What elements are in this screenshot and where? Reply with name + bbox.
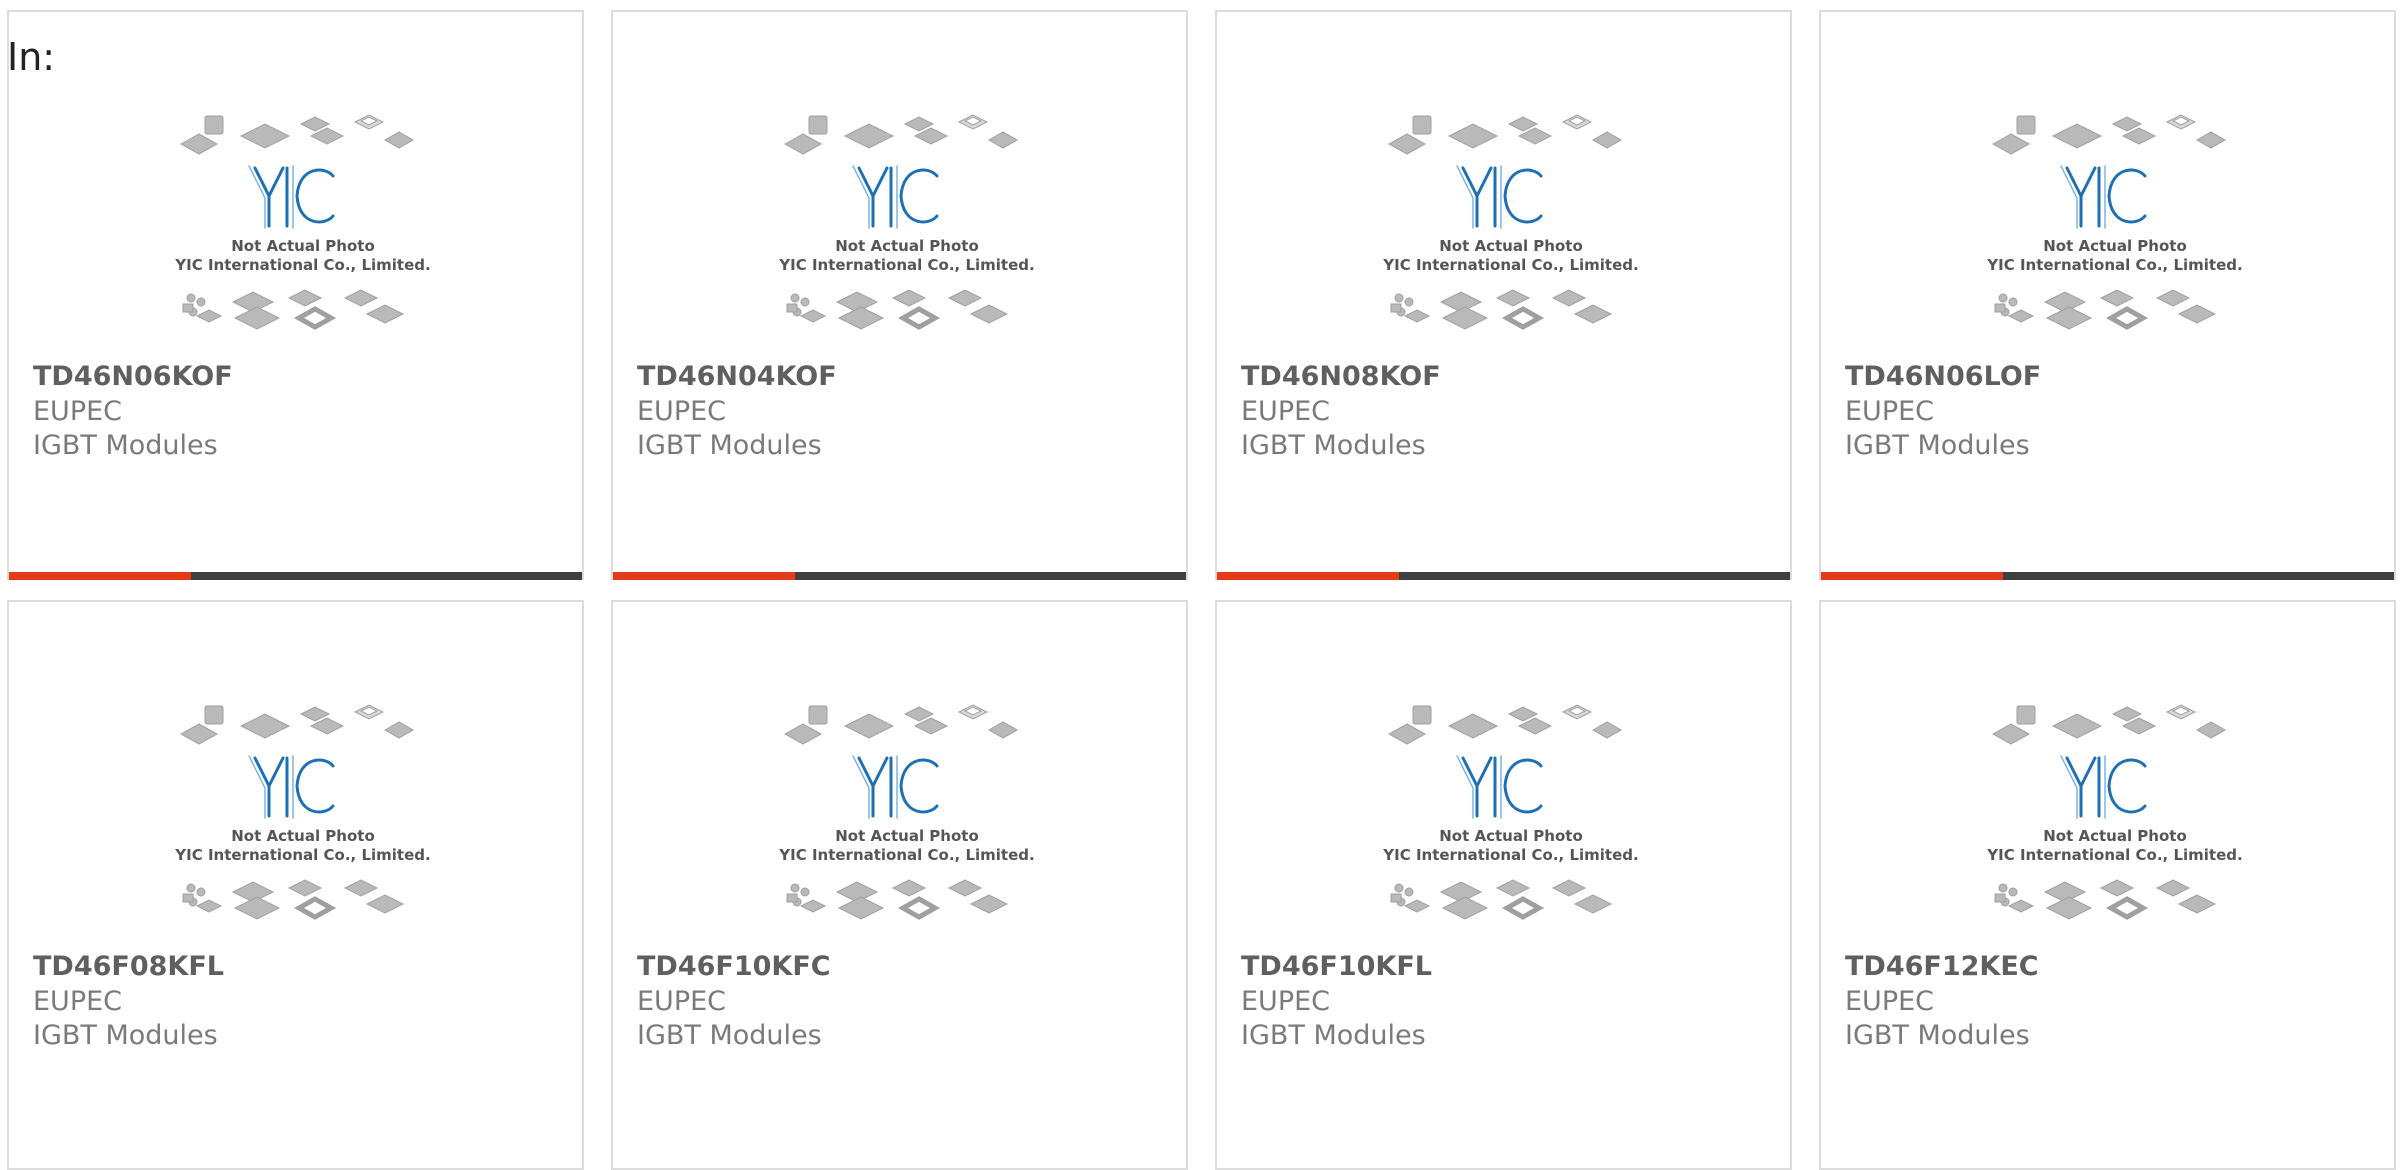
product-thumbnail: Not Actual Photo YIC International Co., …: [174, 704, 431, 920]
product-card[interactable]: Not Actual Photo YIC International Co., …: [611, 10, 1188, 580]
category: IGBT Modules: [33, 430, 218, 461]
category: IGBT Modules: [637, 430, 822, 461]
not-actual-photo-text: Not Actual Photo: [231, 237, 375, 255]
product-thumbnail: Not Actual Photo YIC International Co., …: [778, 114, 1035, 330]
chip-icons-bottom: [182, 289, 405, 330]
chip-icons-top: [179, 704, 415, 745]
yic-logo-icon: [2060, 165, 2147, 229]
company-name-text: YIC International Co., Limited.: [1986, 256, 2242, 274]
card-bottom-bar: [1217, 572, 1790, 580]
chip-icons-top: [1991, 704, 2227, 745]
card-bottom-bar: [1821, 572, 2394, 580]
card-accent-bar: [1217, 572, 1399, 580]
category: IGBT Modules: [1241, 1020, 1426, 1051]
company-name-text: YIC International Co., Limited.: [1382, 256, 1638, 274]
product-card[interactable]: Not Actual Photo YIC International Co., …: [7, 600, 584, 1170]
product-thumbnail: Not Actual Photo YIC International Co., …: [1986, 114, 2243, 330]
part-number[interactable]: TD46N06KOF: [33, 361, 233, 393]
category: IGBT Modules: [637, 1020, 822, 1051]
not-actual-photo-text: Not Actual Photo: [835, 237, 979, 255]
yic-logo-icon: [248, 755, 335, 819]
product-thumbnail: Not Actual Photo YIC International Co., …: [778, 704, 1035, 920]
category: IGBT Modules: [1241, 430, 1426, 461]
manufacturer: EUPEC: [33, 986, 123, 1017]
part-number[interactable]: TD46F10KFL: [1241, 951, 1432, 983]
yic-logo-icon: [2060, 755, 2147, 819]
chip-icons-top: [179, 114, 415, 155]
yic-logo-icon: [1456, 755, 1543, 819]
company-name-text: YIC International Co., Limited.: [174, 846, 430, 864]
manufacturer: EUPEC: [637, 986, 727, 1017]
company-name-text: YIC International Co., Limited.: [778, 846, 1034, 864]
not-actual-photo-text: Not Actual Photo: [2043, 237, 2187, 255]
card-accent-bar: [1821, 572, 2003, 580]
not-actual-photo-text: Not Actual Photo: [835, 827, 979, 845]
company-name-text: YIC International Co., Limited.: [1986, 846, 2242, 864]
part-number[interactable]: TD46F10KFC: [637, 951, 831, 983]
product-thumbnail: Not Actual Photo YIC International Co., …: [1382, 704, 1639, 920]
yic-logo-icon: [248, 165, 335, 229]
manufacturer: EUPEC: [1241, 396, 1331, 427]
product-card[interactable]: Not Actual Photo YIC International Co., …: [1215, 10, 1792, 580]
in-label: In:: [7, 35, 56, 79]
not-actual-photo-text: Not Actual Photo: [1439, 237, 1583, 255]
category: IGBT Modules: [33, 1020, 218, 1051]
part-number[interactable]: TD46F12KEC: [1845, 951, 2039, 983]
card-bottom-bar: [9, 572, 582, 580]
product-card[interactable]: Not Actual Photo YIC International Co., …: [611, 600, 1188, 1170]
yic-logo-icon: [852, 755, 939, 819]
product-card[interactable]: Not Actual Photo YIC International Co., …: [1215, 600, 1792, 1170]
yic-logo-icon: [1456, 165, 1543, 229]
not-actual-photo-text: Not Actual Photo: [2043, 827, 2187, 845]
chip-icons-bottom: [786, 289, 1009, 330]
part-number[interactable]: TD46N04KOF: [637, 361, 837, 393]
part-number[interactable]: TD46N06LOF: [1845, 361, 2041, 393]
chip-icons-top: [1387, 114, 1623, 155]
manufacturer: EUPEC: [1845, 396, 1935, 427]
chip-icons-top: [783, 114, 1019, 155]
product-thumbnail: Not Actual Photo YIC International Co., …: [1382, 114, 1639, 330]
product-card[interactable]: Not Actual Photo YIC International Co., …: [1819, 600, 2396, 1170]
chip-icons-top: [783, 704, 1019, 745]
company-name-text: YIC International Co., Limited.: [778, 256, 1034, 274]
category: IGBT Modules: [1845, 1020, 2030, 1051]
product-card[interactable]: Not Actual Photo YIC International Co., …: [1819, 10, 2396, 580]
product-card[interactable]: Not Actual Photo YIC International Co., …: [7, 10, 584, 580]
chip-icons-bottom: [786, 879, 1009, 920]
manufacturer: EUPEC: [1241, 986, 1331, 1017]
part-number[interactable]: TD46N08KOF: [1241, 361, 1441, 393]
yic-logo-icon: [852, 165, 939, 229]
chip-icons-bottom: [1390, 879, 1613, 920]
card-accent-bar: [9, 572, 191, 580]
chip-icons-bottom: [1390, 289, 1613, 330]
not-actual-photo-text: Not Actual Photo: [231, 827, 375, 845]
chip-icons-top: [1387, 704, 1623, 745]
chip-icons-bottom: [1994, 879, 2217, 920]
product-thumbnail: Not Actual Photo YIC International Co., …: [174, 114, 431, 330]
product-thumbnail: Not Actual Photo YIC International Co., …: [1986, 704, 2243, 920]
manufacturer: EUPEC: [637, 396, 727, 427]
manufacturer: EUPEC: [1845, 986, 1935, 1017]
chip-icons-top: [1991, 114, 2227, 155]
chip-icons-bottom: [1994, 289, 2217, 330]
manufacturer: EUPEC: [33, 396, 123, 427]
chip-icons-bottom: [182, 879, 405, 920]
part-number[interactable]: TD46F08KFL: [33, 951, 224, 983]
category: IGBT Modules: [1845, 430, 2030, 461]
company-name-text: YIC International Co., Limited.: [174, 256, 430, 274]
company-name-text: YIC International Co., Limited.: [1382, 846, 1638, 864]
card-accent-bar: [613, 572, 795, 580]
not-actual-photo-text: Not Actual Photo: [1439, 827, 1583, 845]
card-bottom-bar: [613, 572, 1186, 580]
